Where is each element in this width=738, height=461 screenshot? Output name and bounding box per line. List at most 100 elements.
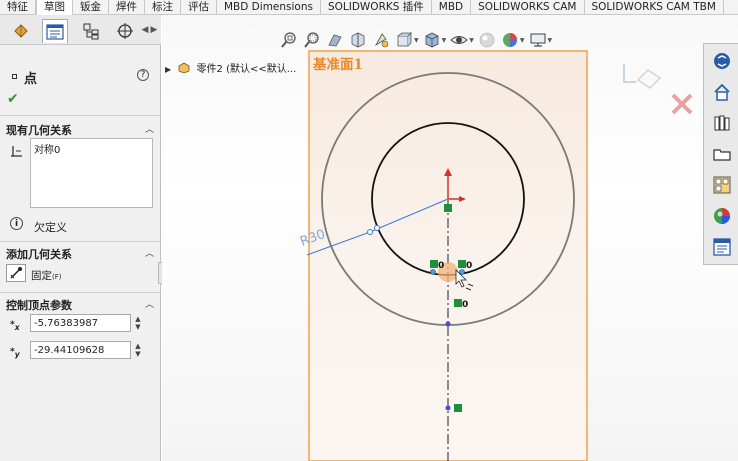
scene-icon xyxy=(502,33,517,47)
library-books-icon xyxy=(714,115,730,131)
existing-relations-heading: 现有几何关系 xyxy=(6,124,72,137)
fix-relation-button[interactable] xyxy=(6,264,26,282)
property-manager: ◀ ▶ 点 ? ✔ 现有几何关系 ︿ 对称0 i 欠定义 添加几何关系 ︿ 固定… xyxy=(0,15,161,461)
parameters-heading: 控制顶点参数 xyxy=(6,299,72,312)
appearances-button[interactable] xyxy=(710,204,734,228)
y-label: y xyxy=(14,349,20,359)
manager-tabs: ◀ ▶ xyxy=(0,15,161,45)
tab-2[interactable]: 钣金 xyxy=(73,0,109,15)
x-coordinate-input[interactable] xyxy=(30,314,131,332)
task-pane xyxy=(703,43,738,265)
zoom-to-area-button[interactable] xyxy=(302,30,322,50)
dropdown-caret-icon[interactable]: ▼ xyxy=(469,37,474,44)
view-orientation-button[interactable] xyxy=(394,30,414,50)
x-spinner-icon[interactable]: ▲ ▼ xyxy=(134,315,142,331)
collapse-caret-icon[interactable]: ︿ xyxy=(145,246,154,259)
part-icon xyxy=(178,62,190,74)
fix-shortcut: (F) xyxy=(52,273,62,281)
collapse-caret-icon[interactable]: ︿ xyxy=(145,122,154,135)
view-orientation-icon xyxy=(397,32,412,47)
folder-icon xyxy=(713,149,731,161)
tab-4[interactable]: 标注 xyxy=(145,0,181,15)
tab-8[interactable]: MBD xyxy=(432,0,472,15)
feature-manager-tab[interactable] xyxy=(8,19,34,43)
x-label: x xyxy=(14,322,20,332)
graphics-area[interactable] xyxy=(162,15,738,461)
property-manager-icon xyxy=(46,23,64,40)
dropdown-caret-icon[interactable]: ▼ xyxy=(442,37,447,44)
tab-3[interactable]: 焊件 xyxy=(109,0,145,15)
hide-show-items-button[interactable] xyxy=(449,30,469,50)
dropdown-caret-icon[interactable]: ▼ xyxy=(520,37,525,44)
configuration-manager-icon xyxy=(83,23,99,40)
edit-appearance-button[interactable] xyxy=(477,30,497,50)
display-style-icon xyxy=(425,32,439,48)
previous-view-button[interactable] xyxy=(325,30,345,50)
tab-0[interactable]: 特征 xyxy=(0,0,36,15)
tab-10[interactable]: SOLIDWORKS CAM TBM xyxy=(585,0,724,15)
tab-scroll-right-icon[interactable]: ▶ xyxy=(150,23,158,37)
feature-tree-label: 零件2 (默认<<默认... xyxy=(196,64,297,75)
relation-item[interactable]: 对称0 xyxy=(34,141,149,156)
tab-5[interactable]: 评估 xyxy=(181,0,217,15)
property-manager-tab[interactable] xyxy=(42,19,68,43)
zoom-to-area-icon xyxy=(304,32,319,48)
eye-icon xyxy=(450,36,469,44)
dropdown-caret-icon[interactable]: ▼ xyxy=(414,37,419,44)
apply-scene-button[interactable] xyxy=(500,30,520,50)
solidworks-resources-button[interactable] xyxy=(710,49,734,73)
view-settings-button[interactable] xyxy=(528,30,548,50)
feature-manager-icon xyxy=(14,24,28,38)
appearances-sphere-icon xyxy=(714,208,730,224)
ok-check-icon[interactable]: ✔ xyxy=(7,91,19,107)
custom-properties-icon xyxy=(713,238,731,256)
definition-status: 欠定义 xyxy=(34,221,67,234)
add-relations-heading: 添加几何关系 xyxy=(6,248,72,261)
tab-6[interactable]: MBD Dimensions xyxy=(217,0,321,15)
section-view-icon xyxy=(351,32,365,48)
solidworks-resources-icon xyxy=(714,53,730,69)
custom-properties-button[interactable] xyxy=(710,235,734,259)
tab-1[interactable]: 草图 xyxy=(36,0,73,15)
x-coordinate-icon: *x xyxy=(10,320,20,332)
design-library-button[interactable] xyxy=(710,111,734,135)
zoom-to-fit-icon xyxy=(281,32,296,48)
tab-9[interactable]: SOLIDWORKS CAM xyxy=(471,0,585,15)
dimxpert-manager-tab[interactable] xyxy=(112,19,138,43)
expand-chevron-icon[interactable]: ▶ xyxy=(165,65,171,74)
divider xyxy=(0,115,161,116)
previous-view-icon xyxy=(328,34,342,47)
y-spinner-icon[interactable]: ▲ ▼ xyxy=(134,342,142,358)
dimxpert-icon xyxy=(117,23,133,39)
info-icon: i xyxy=(10,217,23,230)
help-icon[interactable]: ? xyxy=(137,69,149,81)
collapse-caret-icon[interactable]: ︿ xyxy=(145,297,154,310)
tab-scroll-left-icon[interactable]: ◀ xyxy=(141,23,149,37)
home-icon xyxy=(714,83,730,101)
fix-label-text: 固定 xyxy=(31,270,52,282)
zoom-to-fit-button[interactable] xyxy=(279,30,299,50)
relation-icon xyxy=(10,144,24,162)
appearance-sphere-icon xyxy=(479,32,495,48)
dynamic-annotation-button[interactable] xyxy=(371,30,391,50)
panel-title: 点 xyxy=(24,72,38,87)
existing-relations-list[interactable]: 对称0 xyxy=(30,138,153,208)
view-palette-button[interactable] xyxy=(710,173,734,197)
section-view-button[interactable] xyxy=(348,30,368,50)
configuration-manager-tab[interactable] xyxy=(78,19,104,43)
y-coordinate-input[interactable] xyxy=(30,341,131,359)
fix-anchor-icon xyxy=(10,267,22,279)
monitor-icon xyxy=(530,33,545,47)
dropdown-caret-icon[interactable]: ▼ xyxy=(548,37,553,44)
display-style-button[interactable] xyxy=(422,30,442,50)
file-explorer-button[interactable] xyxy=(710,142,734,166)
view-palette-icon xyxy=(713,176,731,194)
command-manager-tabs: 特征 草图 钣金 焊件 标注 评估 MBD Dimensions SOLIDWORKS 插件 M… xyxy=(0,0,738,15)
fix-relation-label: 固定(F) xyxy=(31,268,62,283)
tab-7[interactable]: SOLIDWORKS 插件 xyxy=(321,0,432,15)
home-button[interactable] xyxy=(710,80,734,104)
feature-tree-root[interactable]: ▶ 零件2 (默认<<默认... xyxy=(165,60,296,75)
plane-label: 基准面1 xyxy=(313,57,363,73)
heads-up-view-toolbar: ▼ ▼ ▼ ▼ ▼ xyxy=(279,28,552,52)
divider xyxy=(0,241,161,242)
